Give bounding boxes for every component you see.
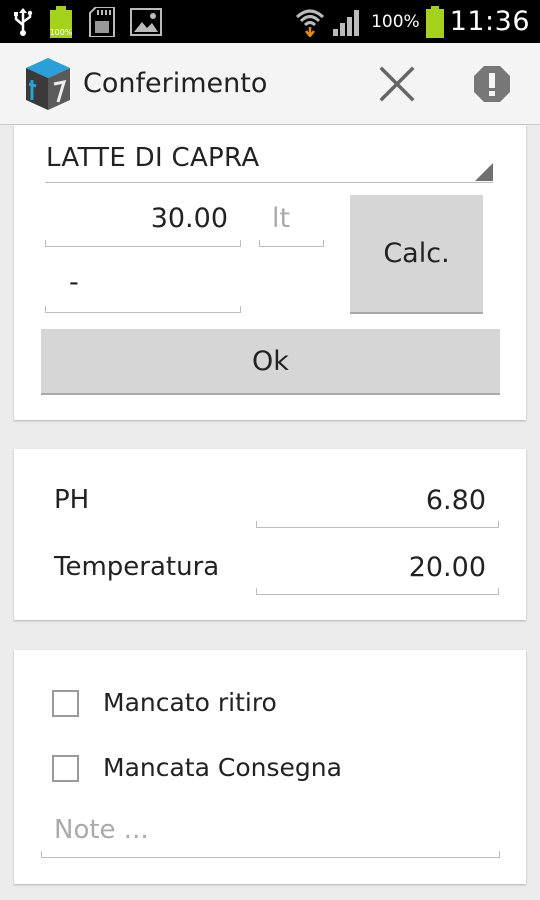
measurements-card: PH 6.80 Temperatura 20.00	[14, 449, 526, 620]
action-bar: Conferimento	[0, 43, 540, 125]
image-icon	[130, 8, 162, 36]
ph-value: 6.80	[425, 485, 486, 516]
svg-text:100%: 100%	[50, 28, 73, 37]
secondary-input[interactable]: -	[45, 263, 241, 313]
ok-button-label: Ok	[252, 345, 289, 377]
quantity-card: LATTE DI CAPRA 30.00 lt - Calc. Ok	[14, 125, 526, 420]
battery-percent: 100%	[371, 11, 420, 32]
ph-label: PH	[54, 485, 90, 515]
product-value: LATTE DI CAPRA	[46, 143, 260, 173]
missed-pickup-label[interactable]: Mancato ritiro	[103, 688, 277, 717]
sd-card-icon	[89, 7, 115, 37]
product-spinner[interactable]: LATTE DI CAPRA	[45, 141, 493, 183]
notes-input[interactable]: Note ...	[41, 806, 500, 858]
calc-button-label: Calc.	[383, 238, 450, 269]
status-bar: 100% 100% 11:36	[0, 0, 540, 43]
usb-icon	[14, 8, 33, 36]
wifi-icon	[296, 9, 325, 37]
app-logo-icon[interactable]	[24, 56, 72, 112]
ok-button[interactable]: Ok	[41, 329, 500, 395]
quantity-input[interactable]: 30.00	[45, 197, 241, 247]
temperature-input[interactable]: 20.00	[256, 544, 499, 595]
unit-field: lt	[259, 197, 324, 247]
missed-pickup-checkbox[interactable]	[52, 690, 79, 717]
battery-small-icon: 100%	[50, 6, 73, 38]
signal-icon	[333, 9, 360, 36]
secondary-value: -	[69, 267, 79, 298]
temperature-label: Temperatura	[54, 552, 220, 582]
dropdown-arrow-icon	[475, 163, 493, 181]
ph-input[interactable]: 6.80	[256, 477, 499, 528]
page-title: Conferimento	[83, 68, 268, 99]
notes-placeholder: Note ...	[54, 815, 149, 845]
missed-delivery-label[interactable]: Mancata Consegna	[103, 753, 342, 782]
alert-icon[interactable]	[472, 64, 512, 104]
close-icon[interactable]	[376, 63, 418, 105]
temperature-value: 20.00	[408, 552, 486, 583]
clock: 11:36	[449, 6, 530, 37]
calc-button[interactable]: Calc.	[350, 195, 483, 314]
quantity-value: 30.00	[150, 203, 228, 234]
unit-label: lt	[272, 203, 291, 234]
options-card: Mancato ritiro Mancata Consegna Note ...	[14, 650, 526, 884]
battery-icon	[425, 5, 444, 38]
missed-delivery-checkbox[interactable]	[52, 755, 79, 782]
